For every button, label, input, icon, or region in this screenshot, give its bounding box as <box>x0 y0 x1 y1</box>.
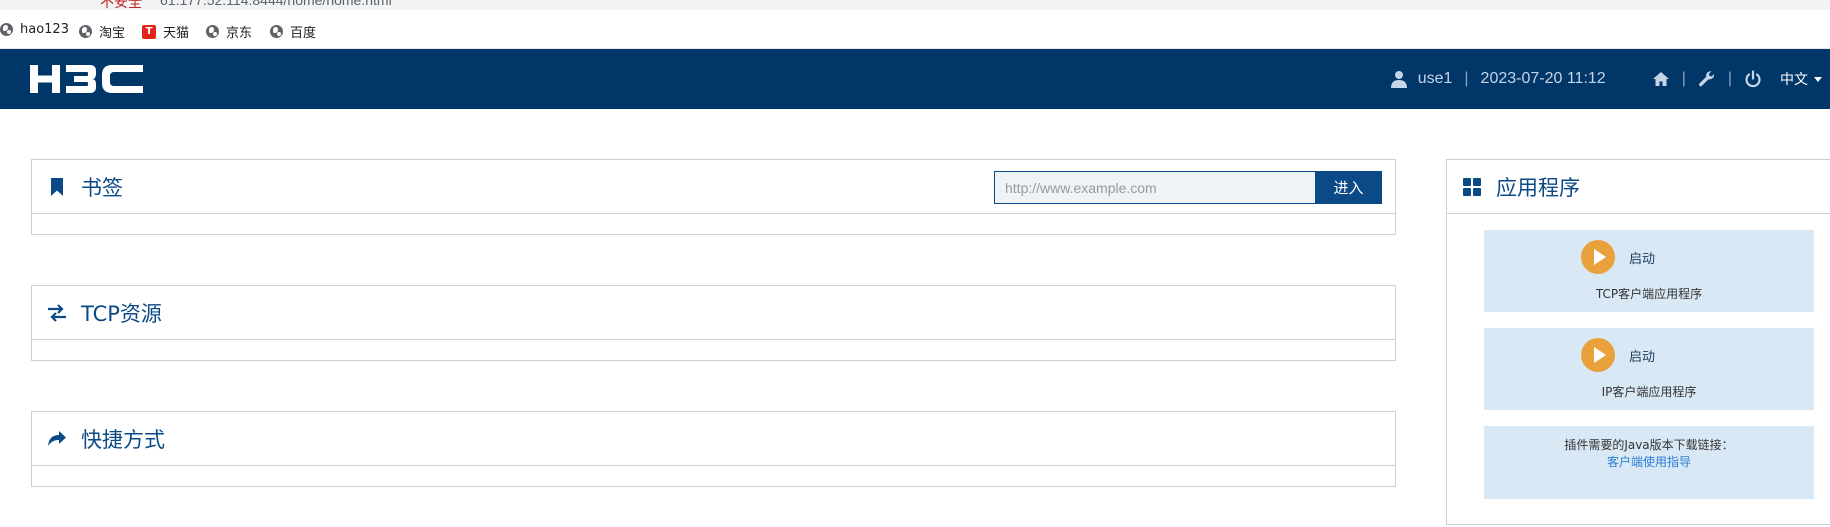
bookmark-tmall[interactable]: T 天猫 <box>142 22 189 41</box>
launch-label: 启动 <box>1629 349 1656 365</box>
top-header: use1 | 2023-07-20 11:12 | | 中文 <box>0 49 1830 109</box>
separator: | <box>1464 70 1469 87</box>
panel-body <box>32 214 1395 234</box>
bookmark-label: 淘宝 <box>99 26 126 41</box>
go-button[interactable]: 进入 <box>1315 171 1382 204</box>
globe-icon <box>0 23 13 36</box>
panel-header: TCP资源 <box>32 286 1395 340</box>
browser-address-bar[interactable]: 不安全 61.177.52.114:8444/home/home.html <box>0 0 1830 10</box>
security-warning: 不安全 <box>100 0 142 10</box>
play-icon <box>1581 240 1615 274</box>
globe-icon <box>270 25 283 38</box>
bookmark-taobao[interactable]: 淘宝 <box>79 22 125 41</box>
bookmarks-panel: 书签 进入 <box>31 159 1396 235</box>
applications-panel: 应用程序 启动 TCP客户端应用程序 启动 IP客户端应用程序 插件需要的Jav… <box>1446 159 1830 525</box>
globe-icon <box>79 25 92 38</box>
bookmark-icon <box>51 177 63 196</box>
app-card-ip: 启动 IP客户端应用程序 <box>1484 328 1814 410</box>
panel-title: 书签 <box>81 175 123 200</box>
address-url[interactable]: 61.177.52.114:8444/home/home.html <box>160 0 392 8</box>
username[interactable]: use1 <box>1418 70 1453 88</box>
app-card-tcp: 启动 TCP客户端应用程序 <box>1484 230 1814 312</box>
caret-down-icon <box>1814 76 1822 82</box>
panel-title: TCP资源 <box>81 301 162 326</box>
language-dropdown[interactable]: 中文 <box>1780 69 1822 89</box>
header-right: use1 | 2023-07-20 11:12 | | 中文 <box>1390 49 1822 109</box>
language-label: 中文 <box>1780 72 1808 88</box>
panel-title: 快捷方式 <box>81 427 165 452</box>
app-name: TCP客户端应用程序 <box>1595 287 1703 301</box>
app-name: IP客户端应用程序 <box>1601 385 1697 399</box>
bookmark-label: 百度 <box>290 26 317 41</box>
bookmark-baidu[interactable]: 百度 <box>270 22 316 41</box>
globe-icon <box>206 25 219 38</box>
bookmark-label: hao123 <box>20 22 69 37</box>
panel-body <box>32 466 1395 486</box>
bookmark-hao123[interactable]: hao123 <box>0 22 69 37</box>
panel-title: 应用程序 <box>1496 175 1580 200</box>
bookmark-jd[interactable]: 京东 <box>206 22 252 41</box>
launch-button[interactable]: 启动 <box>1581 240 1655 274</box>
panel-body <box>32 340 1395 360</box>
shortcuts-panel: 快捷方式 <box>31 411 1396 487</box>
launch-button[interactable]: 启动 <box>1581 338 1655 372</box>
grid-icon <box>1463 177 1481 196</box>
wrench-icon[interactable] <box>1698 70 1716 88</box>
bookmarks-bar: hao123 淘宝 T 天猫 京东 百度 <box>0 10 1830 49</box>
tcp-resources-panel: TCP资源 <box>31 285 1396 361</box>
client-guide-link[interactable]: 客户端使用指导 <box>1484 453 1814 470</box>
h3c-logo <box>30 65 143 93</box>
datetime: 2023-07-20 11:12 <box>1480 70 1606 87</box>
tmall-icon: T <box>142 24 156 39</box>
exchange-icon <box>48 303 66 322</box>
url-input[interactable] <box>994 171 1316 204</box>
separator: | <box>1727 70 1732 87</box>
panel-header: 快捷方式 <box>32 412 1395 466</box>
bookmark-label: 天猫 <box>163 26 190 41</box>
panel-header: 应用程序 <box>1447 160 1830 214</box>
bookmark-label: 京东 <box>226 26 253 41</box>
home-icon[interactable] <box>1652 70 1670 88</box>
power-icon[interactable] <box>1744 70 1762 88</box>
panel-header: 书签 进入 <box>32 160 1395 214</box>
java-info-text: 插件需要的Java版本下载链接： <box>1564 438 1734 452</box>
share-icon <box>48 430 66 446</box>
java-info-card: 插件需要的Java版本下载链接： 客户端使用指导 <box>1484 426 1814 499</box>
separator: | <box>1681 70 1686 87</box>
play-icon <box>1581 338 1615 372</box>
user-icon <box>1390 71 1407 88</box>
launch-label: 启动 <box>1629 251 1656 267</box>
